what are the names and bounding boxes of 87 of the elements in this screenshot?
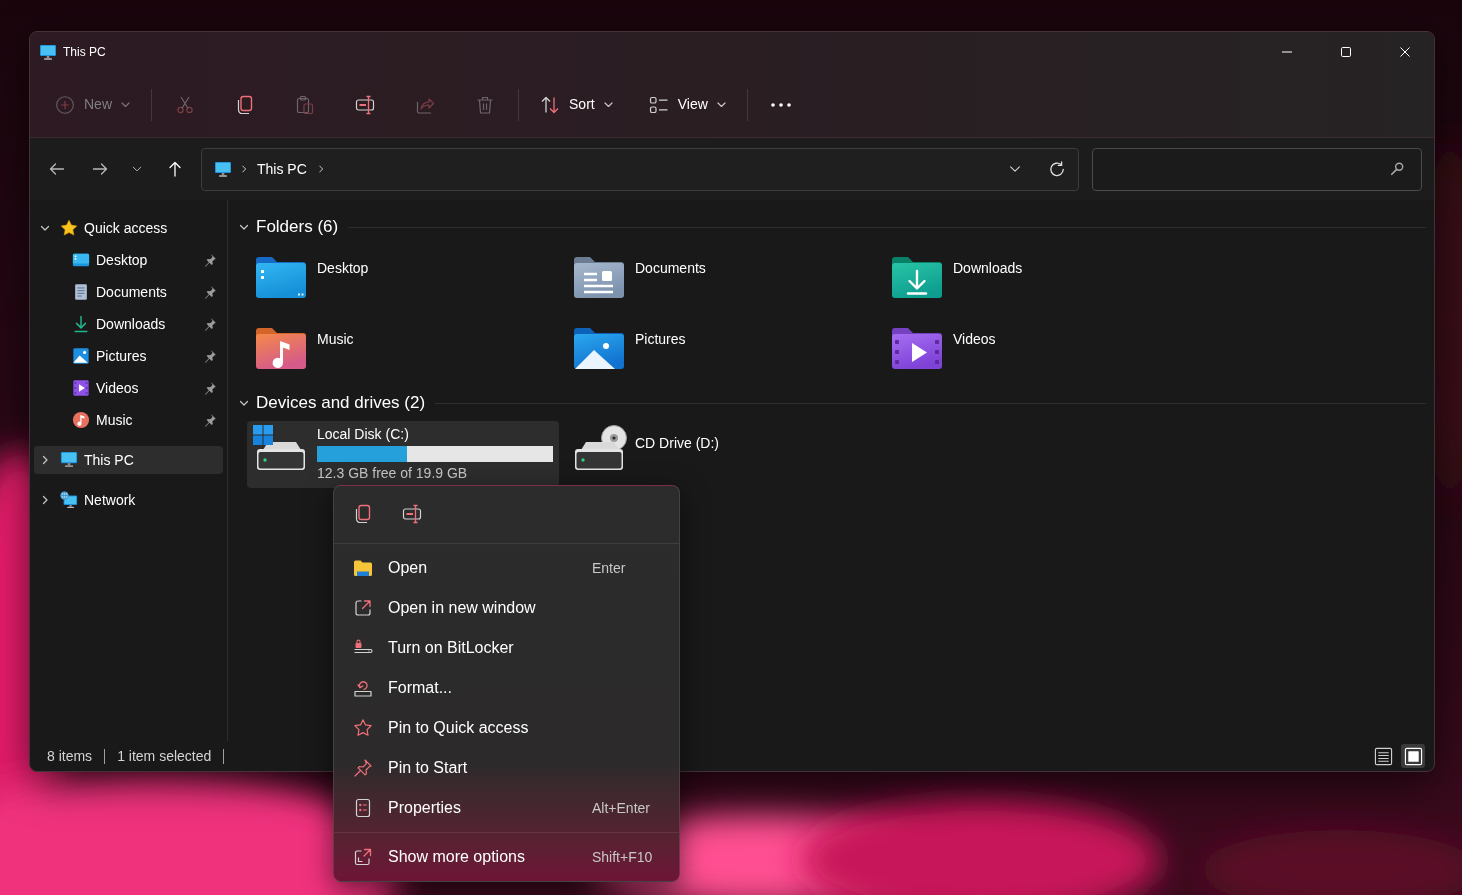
pictures-folder-icon [573,326,625,370]
arrow-out-of-box-icon [353,598,373,618]
folder-tile[interactable]: Videos [883,322,1195,386]
tiles-view-button[interactable] [1401,744,1425,768]
close-icon [1398,46,1411,58]
document-icon [72,283,90,301]
menu-item[interactable]: Properties Alt+Enter [339,788,674,828]
arrow-left-icon [49,161,65,177]
monitor-icon [214,161,232,177]
address-bar[interactable]: This PC [201,147,1079,191]
sort-button[interactable]: Sort [530,84,623,125]
sidebar-item[interactable]: Quick access [34,214,223,242]
trash-can-icon [475,94,495,115]
drive-tile[interactable]: CD Drive (D:) [565,421,877,488]
chevron-right-icon [239,164,249,174]
property-list-icon [353,798,373,818]
sidebar-item[interactable]: Music [34,406,223,434]
search-field[interactable] [1092,147,1422,191]
globe-monitor-icon [60,491,78,509]
sidebar-item[interactable]: Documents [34,278,223,306]
menu-item[interactable]: Open Enter [339,548,674,588]
folder-icon [353,558,373,578]
sidebar-item[interactable]: Videos [34,374,223,402]
star-outline-icon [353,718,373,738]
maximize-icon [1339,46,1352,58]
music-folder-icon [255,326,307,370]
copy-icon [353,504,373,524]
monitor-icon [39,44,57,60]
arrow-up-icon [167,161,183,177]
plus-circle-icon [55,94,75,115]
desktop-folder-icon [255,255,307,299]
star-icon [60,219,78,237]
text-field-cursor-icon [402,504,422,524]
section-title: Devices and drives (2) [256,392,426,415]
picture-icon [72,347,90,365]
download-arrow-icon [72,315,90,333]
videos-folder-icon [891,326,943,370]
up-down-arrows-icon [540,94,560,115]
menu-item[interactable]: Pin to Start [339,748,674,788]
desktop-screen-icon [72,251,90,269]
selection-count: 1 item selected [117,746,212,766]
large-tile-icon [1403,746,1423,766]
more-dots-icon [770,102,791,107]
copy-icon [235,94,255,115]
scissors-icon [175,94,195,115]
folder-tile[interactable]: Pictures [565,322,877,386]
sidebar-item[interactable]: This PC [34,446,223,474]
folder-tile[interactable]: Music [247,322,559,386]
drive-name: CD Drive (D:) [635,434,719,452]
keyboard-shortcut: Shift+F10 [592,847,654,867]
keyboard-shortcut: Alt+Enter [592,798,651,818]
drive-name: Local Disk (C:) [317,425,410,443]
item-count: 8 items [47,746,93,766]
list-layout-icon [648,94,669,115]
drive-circular-arrow-icon [353,678,373,698]
monitor-icon [60,451,78,469]
menu-item[interactable]: Pin to Quick access [339,708,674,748]
section-title: Folders (6) [256,216,339,239]
menu-item[interactable]: Format... [339,668,674,708]
menu-item[interactable]: Open in new window [339,588,674,628]
keyboard-shortcut: Enter [592,558,627,578]
drive-tile[interactable]: Local Disk (C:) 12.3 GB free of 19.9 GB [247,421,559,488]
drive-free-space: 12.3 GB free of 19.9 GB [317,465,469,481]
video-play-icon [72,379,90,397]
sidebar-item[interactable]: Downloads [34,310,223,338]
folder-tile[interactable]: Downloads [883,251,1195,315]
sidebar-item[interactable]: Network [34,486,223,514]
clipboard-icon [295,94,315,115]
search-icon [1390,162,1404,176]
text-field-cursor-icon [355,94,375,115]
music-note-icon [72,411,90,429]
folder-tile[interactable]: Documents [565,251,877,315]
folder-tile[interactable]: Desktop [247,251,559,315]
sidebar-item[interactable]: Pictures [34,342,223,370]
documents-folder-icon [573,255,625,299]
refresh-icon [1049,161,1065,177]
download-folder-icon [891,255,943,299]
expand-box-icon [353,847,373,867]
sidebar-item[interactable]: Desktop [34,246,223,274]
pin-outline-icon [353,758,373,778]
view-button[interactable]: View [638,84,736,125]
window-title: This PC [63,44,106,61]
menu-item[interactable]: Show more options Shift+F10 [339,837,674,877]
menu-item[interactable]: Turn on BitLocker [339,628,674,668]
breadcrumb[interactable]: This PC [254,155,310,183]
details-list-icon [1373,746,1393,766]
arrow-right-icon [92,161,108,177]
